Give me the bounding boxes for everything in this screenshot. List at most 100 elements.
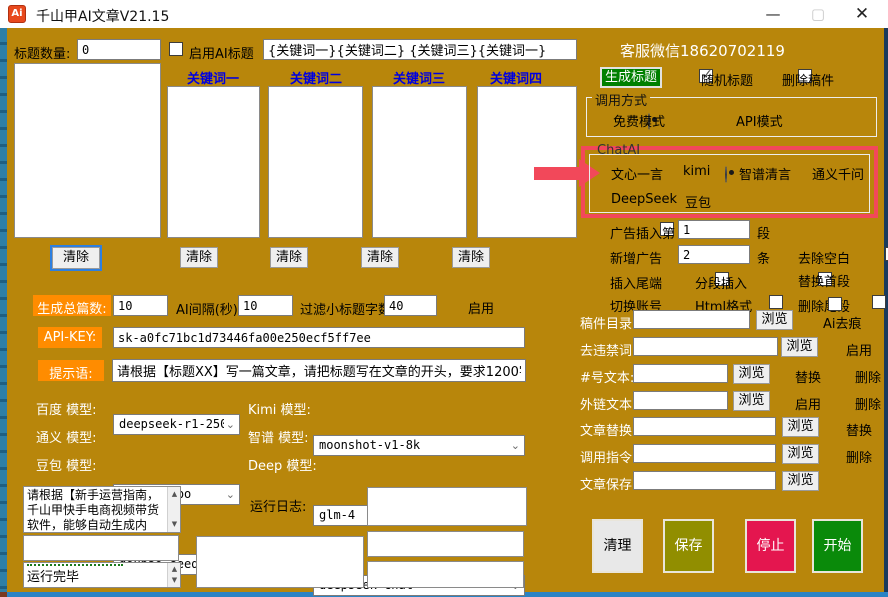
maximize-button[interactable]: ▢ (801, 0, 835, 28)
run-log-label: 运行日志: (250, 496, 306, 515)
run-log-box-right2[interactable] (367, 561, 524, 588)
keyword2-textarea[interactable] (268, 86, 363, 238)
segment-insert-label: 分段插入 (695, 273, 747, 292)
clear-keyword4-button[interactable]: 清除 (452, 247, 490, 268)
scroll-down-icon[interactable]: ▼ (168, 575, 181, 586)
prompt-input[interactable] (112, 359, 526, 382)
article-replace-browse-button[interactable]: 浏览 (782, 417, 819, 437)
clean-button[interactable]: 清理 (592, 519, 643, 573)
html-format-checkbox[interactable] (872, 295, 886, 309)
extlink-browse-button[interactable]: 浏览 (733, 391, 770, 411)
total-count-input[interactable] (113, 295, 168, 316)
call-command-input[interactable] (633, 444, 776, 463)
article-replace-input[interactable] (633, 417, 776, 436)
chatai-group-label: ChatAI (594, 143, 643, 158)
taskbar-strip-chip (0, 592, 7, 597)
keyword2-header: 关键词二 (290, 68, 342, 87)
notes-scrollbar[interactable]: ▲ ▼ (167, 487, 180, 532)
draft-dir-browse-button[interactable]: 浏览 (756, 310, 793, 330)
app-icon: Ai (8, 5, 26, 23)
delete-draft-label: 删除稿件 (782, 70, 834, 89)
keyword4-textarea[interactable] (477, 86, 577, 238)
clear-keyword3-button[interactable]: 清除 (361, 247, 399, 268)
status-listbox[interactable]: 运行完毕 ▲ ▼ (23, 562, 181, 588)
extlink-text-input[interactable] (633, 391, 728, 410)
title-template-input[interactable] (263, 39, 577, 60)
stop-button[interactable]: 停止 (745, 519, 796, 573)
call-command-browse-button[interactable]: 浏览 (782, 444, 819, 464)
start-button[interactable]: 开始 (812, 519, 863, 573)
api-key-label: API-KEY: (38, 327, 102, 348)
filter-subtitle-label: 过滤小标题字数: (300, 299, 395, 318)
run-log-box-top[interactable] (367, 487, 527, 526)
window-title: 千山甲AI文章V21.15 (36, 6, 169, 26)
filter-subtitle-input[interactable] (384, 295, 437, 316)
service-wechat-text: 客服微信18620702119 (620, 40, 785, 61)
ai-interval-label: AI间隔(秒): (176, 299, 242, 318)
switch-account-checkbox[interactable] (769, 295, 783, 309)
article-save-browse-button[interactable]: 浏览 (782, 471, 819, 491)
new-ad-suffix: 条 (757, 248, 770, 267)
chatai-deepseek-label: DeepSeek (611, 192, 677, 207)
run-log-box-middle[interactable] (196, 536, 364, 588)
filter-enable-checkbox[interactable] (828, 297, 842, 311)
filter-enable-label: 启用 (468, 298, 494, 317)
chatai-wenxin-label: 文心一言 (611, 164, 663, 183)
article-save-input[interactable] (633, 471, 776, 490)
clear-keyword1-button[interactable]: 清除 (180, 247, 218, 268)
chevron-down-icon: ⌄ (511, 439, 520, 452)
run-log-box-right1[interactable] (367, 531, 524, 557)
keyword1-header: 关键词一 (187, 68, 239, 87)
banned-words-enable-label: 启用 (846, 340, 872, 359)
hash-text-input[interactable] (633, 364, 728, 383)
annotation-arrow-body (534, 167, 580, 180)
ad-insert-at-suffix: 段 (757, 223, 770, 242)
insert-tail-label: 插入尾端 (610, 273, 662, 292)
close-button[interactable]: ✕ (845, 0, 879, 28)
ai-interval-input[interactable] (238, 295, 293, 316)
enable-ai-title-checkbox[interactable] (169, 42, 183, 56)
keyword4-header: 关键词四 (490, 68, 542, 87)
banned-words-input[interactable] (633, 337, 778, 356)
keyword3-textarea[interactable] (372, 86, 467, 238)
kimi-model-select[interactable]: moonshot-v1-8k⌄ (313, 435, 525, 456)
random-title-label: 随机标题 (701, 70, 753, 89)
article-save-label: 文章保存: (580, 474, 636, 493)
title-bar: Ai 千山甲AI文章V21.15 — ▢ ✕ (0, 0, 888, 28)
notes-textarea[interactable]: 请根据【新手运营指南，千山甲快手电商视频带货软件，能够自动生成内容，推 ▲ ▼ (23, 486, 181, 533)
scroll-down-icon[interactable]: ▼ (168, 519, 181, 530)
scroll-up-icon[interactable]: ▲ (168, 489, 181, 500)
status-text: 运行完毕 (24, 566, 180, 585)
hash-text-label: #号文本: (580, 367, 634, 386)
deep-model-label: Deep 模型: (248, 455, 317, 474)
hash-replace-label: 替换 (795, 367, 821, 386)
baidu-model-select[interactable]: deepseek-r1-250528⌄ (113, 414, 240, 435)
draft-dir-input[interactable] (633, 310, 750, 329)
prompt-label: 提示语: (38, 360, 104, 381)
replace-first-label: 替换首段 (798, 271, 850, 290)
minimize-button[interactable]: — (756, 0, 790, 28)
clear-titles-button[interactable]: 清除 (52, 247, 100, 269)
scroll-up-icon[interactable]: ▲ (168, 564, 181, 575)
generate-title-button[interactable]: 生成标题 (600, 67, 662, 88)
title-count-input[interactable] (77, 39, 161, 60)
chatai-kimi-label: kimi (683, 164, 710, 179)
chevron-down-icon: ⌄ (226, 418, 235, 431)
status-scrollbar[interactable]: ▲ ▼ (167, 563, 180, 587)
api-key-input[interactable] (113, 327, 525, 348)
clear-keyword2-button[interactable]: 清除 (270, 247, 308, 268)
article-replace-label: 文章替换: (580, 420, 636, 439)
aux-box-left[interactable] (23, 535, 179, 561)
save-button[interactable]: 保存 (663, 519, 714, 573)
banned-words-browse-button[interactable]: 浏览 (781, 337, 818, 357)
doubao-model-label: 豆包 模型: (36, 455, 97, 474)
ad-insert-at-input[interactable] (678, 220, 750, 239)
zhipu-model-label: 智谱 模型: (248, 427, 309, 446)
hash-text-browse-button[interactable]: 浏览 (733, 364, 770, 384)
extlink-text-label: 外链文本: (580, 394, 636, 413)
chevron-down-icon: ⌄ (226, 488, 235, 501)
keyword1-textarea[interactable] (167, 86, 260, 238)
title-list-textarea[interactable] (14, 63, 161, 238)
new-ad-input[interactable] (678, 245, 750, 264)
call-mode-group-label: 调用方式 (592, 90, 650, 109)
